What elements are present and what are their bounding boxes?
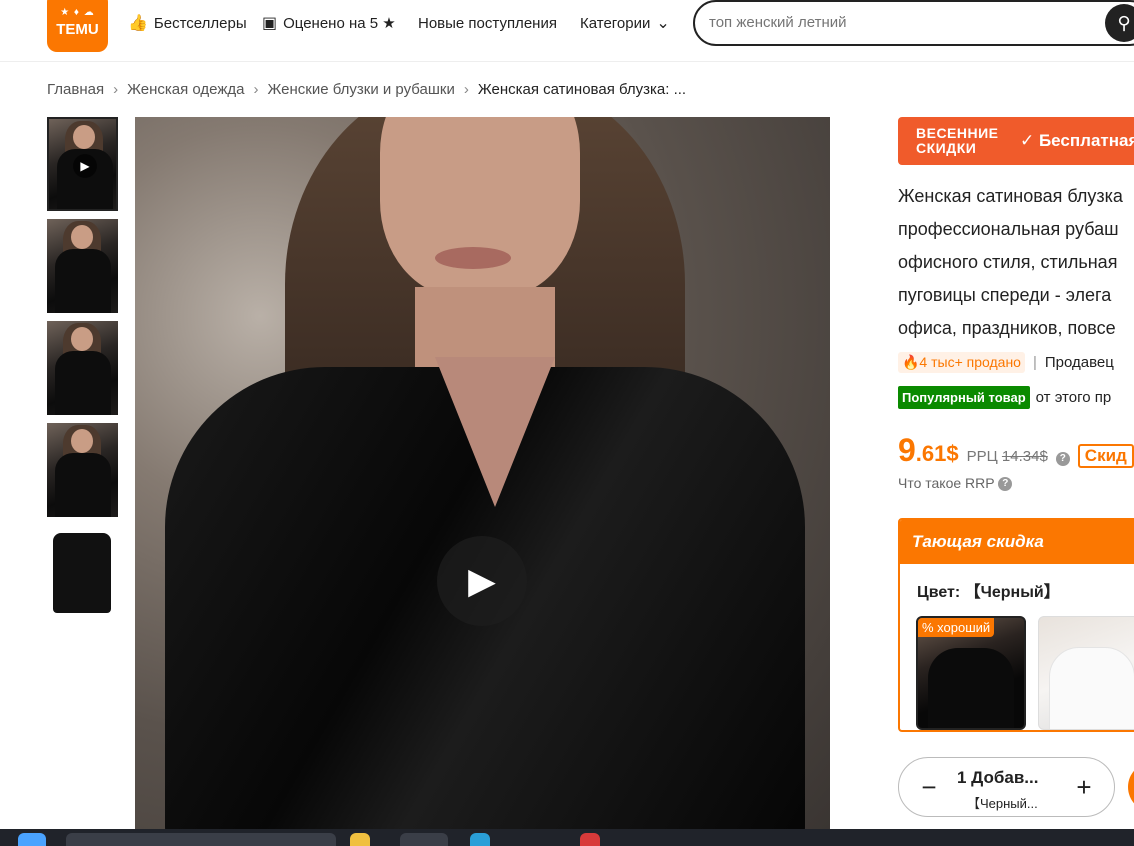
popular-note: от этого пр <box>1035 389 1112 406</box>
thumb-face <box>71 225 93 249</box>
nav-rated-5-label: Оценено на 5 ★ <box>283 15 396 32</box>
thumbs-up-icon: 👍 <box>128 15 148 32</box>
play-icon: ▶ <box>73 154 97 178</box>
search-input[interactable] <box>709 14 1089 31</box>
breadcrumb: Главная › Женская одежда › Женские блузк… <box>47 81 686 98</box>
discount-tag: Скид <box>1077 444 1134 468</box>
popular-row: Популярный товар от этого пр <box>898 386 1111 409</box>
thumb-body <box>55 453 111 517</box>
seller-link[interactable]: Продавец <box>1045 354 1114 371</box>
product-title-line: офисного стиля, стильная <box>898 252 1118 272</box>
spring-sale-banner[interactable]: ВЕСЕННИЕ СКИДКИ ✓ Бесплатная <box>898 117 1134 165</box>
banner-shipping-text: ✓ Бесплатная <box>1020 131 1134 150</box>
thumbnail-image[interactable] <box>47 525 118 619</box>
model-neckline <box>435 357 555 507</box>
price: 9.61$ <box>898 432 959 469</box>
nav-bestsellers-label: Бестселлеры <box>153 14 247 32</box>
thumb-face <box>73 125 95 149</box>
thumb-face <box>71 327 93 351</box>
folder-icon[interactable] <box>350 833 370 846</box>
os-taskbar <box>0 829 1134 846</box>
price-fraction: .61$ <box>915 441 959 466</box>
nav-categories-label: Категории <box>580 14 651 32</box>
breadcrumb-current: Женская сатиновая блузка: ... <box>477 81 687 98</box>
thumb-body <box>55 351 111 415</box>
chevron-down-icon: ⌄ <box>656 15 670 32</box>
product-title-line: пуговицы спереди - элега <box>898 285 1112 305</box>
breadcrumb-separator-icon: › <box>253 81 259 98</box>
add-to-cart-bar: − 1 Добав... 【Черный... + <box>898 757 1115 817</box>
search-button[interactable]: ⚲ <box>1105 4 1134 42</box>
sold-count: 🔥4 тыс+ продано <box>898 352 1025 373</box>
thumb-body <box>55 249 111 313</box>
swatch-badge: % хороший <box>918 618 995 637</box>
swatch-image <box>1049 647 1134 729</box>
color-label: Цвет: 【Черный】 <box>917 584 1060 601</box>
search-icon: ⚲ <box>1117 13 1131 33</box>
divider: | <box>1032 354 1037 371</box>
search-bar: ⚲ <box>693 0 1134 46</box>
cart-button[interactable] <box>1128 762 1134 812</box>
rrp-label: РРЦ <box>966 448 998 465</box>
product-title-line: Женская сатиновая блузка <box>898 186 1123 206</box>
help-icon: ? <box>998 477 1013 492</box>
breadcrumb-home[interactable]: Главная <box>47 81 104 98</box>
color-swatch-white[interactable] <box>1038 616 1134 730</box>
play-icon: ▶ <box>468 560 496 601</box>
thumbnail-image[interactable] <box>47 219 118 313</box>
price-whole: 9 <box>898 432 916 468</box>
melting-discount-panel: Тающая скидка Цвет: 【Черный】 % хороший <box>898 518 1134 732</box>
offer-header: Тающая скидка <box>900 520 1134 564</box>
thumbnail-image[interactable] <box>47 423 118 517</box>
thumbnail-image[interactable] <box>47 321 118 415</box>
app-icon[interactable] <box>580 833 600 846</box>
star-badge-icon: ▣ <box>262 15 278 32</box>
thumbnail-video[interactable]: ▶ <box>47 117 118 211</box>
main-product-media[interactable]: ▶ <box>135 117 830 829</box>
swatch-image <box>928 648 1014 728</box>
rrp-info-link[interactable]: Что такое RRP ? <box>898 475 1013 492</box>
product-title: Женская сатиновая блузка профессиональна… <box>898 180 1134 345</box>
popular-badge: Популярный товар <box>898 386 1030 409</box>
logo-text: TEMU <box>56 21 99 38</box>
product-title-line: профессиональная рубаш <box>898 219 1119 239</box>
price-row: 9.61$ РРЦ 14.34$ ? Скид <box>898 432 1134 469</box>
taskbar-search[interactable] <box>66 833 336 846</box>
model-lips <box>435 247 511 269</box>
breadcrumb-separator-icon: › <box>113 81 119 98</box>
video-play-button[interactable]: ▶ <box>437 536 527 626</box>
help-icon[interactable]: ? <box>1055 452 1070 466</box>
selected-variant: 【Черный... <box>967 796 1038 811</box>
browser-icon[interactable] <box>400 833 448 846</box>
breadcrumb-womens-clothing[interactable]: Женская одежда <box>127 81 244 98</box>
thumb-shirt <box>53 533 111 613</box>
sales-row: 🔥4 тыс+ продано | Продавец <box>898 352 1114 373</box>
nav-bestsellers[interactable]: 👍 Бестселлеры <box>128 12 247 34</box>
top-header: ★ ♦ ☁ TEMU 👍 Бестселлеры ▣ Оценено на 5 … <box>0 0 1134 62</box>
rrp-info-label: Что такое RRP <box>898 475 995 491</box>
breadcrumb-separator-icon: › <box>463 81 469 98</box>
nav-rated-5[interactable]: ▣ Оценено на 5 ★ <box>262 12 396 34</box>
plus-icon[interactable]: + <box>1070 773 1098 801</box>
breadcrumb-blouses[interactable]: Женские блузки и рубашки <box>267 81 454 98</box>
thumbnail-list: ▶ <box>47 117 119 627</box>
product-title-line: офиса, праздников, повсе <box>898 318 1116 338</box>
temu-logo[interactable]: ★ ♦ ☁ TEMU <box>47 0 108 52</box>
minus-icon[interactable]: − <box>915 773 943 801</box>
banner-promo-text: ВЕСЕННИЕ СКИДКИ <box>916 125 999 156</box>
model-face <box>380 117 580 297</box>
rrp: РРЦ 14.34$ <box>967 448 1048 465</box>
nav-categories[interactable]: Категории ⌄ <box>580 12 670 34</box>
add-to-cart-button[interactable]: 1 Добав... <box>957 768 1038 788</box>
rrp-value: 14.34$ <box>1001 448 1048 465</box>
nav-new-arrivals[interactable]: Новые поступления <box>418 12 557 34</box>
app-icon[interactable] <box>470 833 490 846</box>
color-swatch-black[interactable]: % хороший <box>916 616 1026 730</box>
start-icon[interactable] <box>18 833 46 846</box>
thumb-face <box>71 429 93 453</box>
nav-new-arrivals-label: Новые поступления <box>418 14 557 32</box>
logo-mini-icons: ★ ♦ ☁ <box>60 7 95 18</box>
